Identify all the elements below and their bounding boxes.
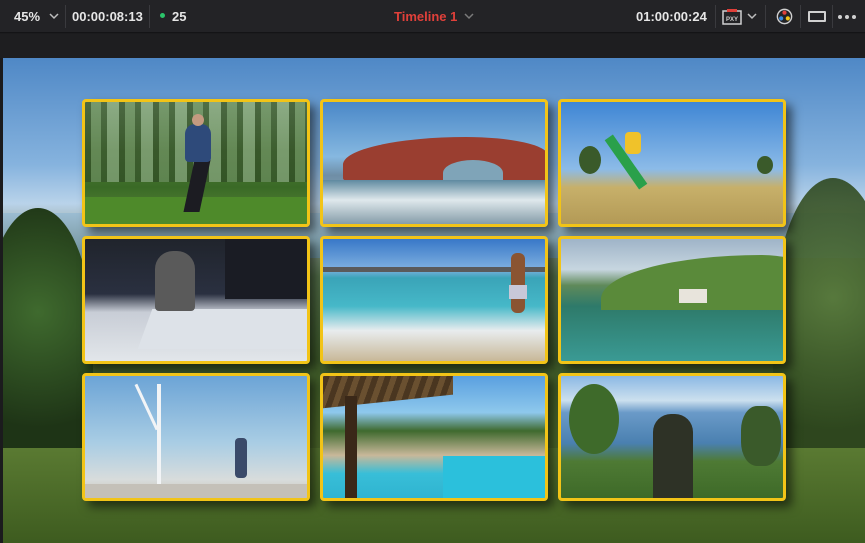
video-tile-beach-runner[interactable] [320, 236, 548, 364]
record-timecode[interactable]: 01:00:00:24 [636, 0, 707, 33]
video-tile-resort-pool[interactable] [320, 373, 548, 501]
viewer-subbar [0, 34, 865, 58]
frame-rate: 25 [172, 9, 187, 24]
chevron-down-icon[interactable] [49, 11, 59, 21]
toolbar-divider [65, 5, 66, 28]
video-tile-office[interactable] [82, 236, 310, 364]
zoom-level[interactable]: 45% [14, 0, 40, 33]
toolbar-divider [149, 5, 150, 28]
color-scope-icon[interactable] [775, 7, 794, 26]
proxy-icon[interactable]: PXY [722, 9, 742, 25]
chevron-down-icon[interactable] [464, 11, 474, 21]
viewer-mode-icon[interactable] [808, 11, 826, 22]
toolbar-divider [765, 5, 766, 28]
timeline-name[interactable]: Timeline 1 [394, 0, 457, 33]
video-tile-runner-in-forest[interactable] [82, 99, 310, 227]
video-tile-rock-arch[interactable] [320, 99, 548, 227]
toolbar-divider [832, 5, 833, 28]
chevron-down-icon[interactable] [747, 11, 757, 21]
fps-indicator-dot [160, 13, 165, 18]
video-tile-hiker[interactable] [558, 373, 786, 501]
proxy-label: PXY [726, 17, 738, 23]
source-timecode[interactable]: 00:00:08:13 [72, 0, 143, 33]
toolbar-divider [800, 5, 801, 28]
viewer-toolbar: 45% 00:00:08:13 25 Timeline 1 01:00:00:2… [0, 0, 865, 33]
video-tile-wind-turbine[interactable] [82, 373, 310, 501]
viewer-canvas[interactable] [3, 58, 865, 543]
toolbar-divider [715, 5, 716, 28]
video-tile-high-kick[interactable] [558, 99, 786, 227]
video-tile-lake[interactable] [558, 236, 786, 364]
more-options-icon[interactable] [838, 15, 856, 19]
